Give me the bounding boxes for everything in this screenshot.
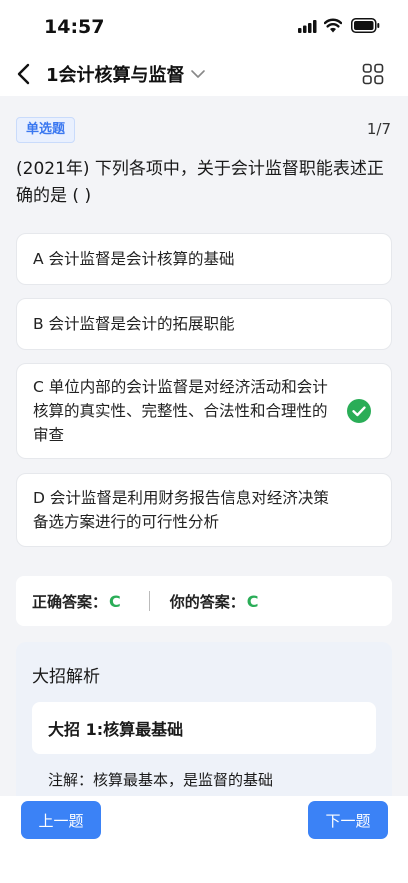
analysis-note: 注解：核算最基本，是监督的基础 (48, 771, 274, 789)
wifi-icon (324, 18, 342, 33)
your-answer-label: 你的答案： (169, 592, 245, 611)
option-c-text: C 单位内部的会计监督是对经济活动和会计核算的真实性、完整性、合法性和合理性的审… (33, 378, 328, 444)
previous-question-button[interactable]: 上一题 (21, 801, 101, 839)
nav-title: 1会计核算与监督 (46, 65, 185, 86)
correct-answer-value: C (109, 591, 121, 611)
next-question-button[interactable]: 下一题 (308, 801, 388, 839)
nav-bar: 1会计核算与监督 (0, 52, 408, 96)
analysis-title: 大招解析 (32, 667, 100, 687)
option-a[interactable]: A 会计监督是会计核算的基础 (16, 233, 392, 285)
answer-summary: 正确答案： C 你的答案： C (16, 576, 392, 626)
grid-menu-icon[interactable] (362, 63, 384, 85)
question-text: (2021年) 下列各项中，关于会计监督职能表述正确的是 ( ) (16, 159, 384, 206)
signal-icon (298, 20, 317, 33)
back-arrow-icon[interactable] (14, 62, 34, 86)
analysis-card: 大招 1:核算最基础 (32, 702, 376, 754)
question-type-badge: 单选题 (16, 117, 76, 143)
battery-icon (351, 18, 380, 33)
option-d[interactable]: D 会计监督是利用财务报告信息对经济决策备选方案进行的可行性分析 (16, 473, 392, 547)
bottom-bar: 上一题 下一题 (0, 796, 408, 883)
analysis-card-title: 大招 1:核算最基础 (48, 720, 184, 739)
option-b[interactable]: B 会计监督是会计的拓展职能 (16, 298, 392, 350)
option-a-text: A 会计监督是会计核算的基础 (33, 250, 235, 268)
question-progress: 1/7 (366, 120, 391, 138)
option-d-text: D 会计监督是利用财务报告信息对经济决策备选方案进行的可行性分析 (33, 489, 329, 531)
status-bar: 14:57 (0, 0, 408, 52)
chevron-down-icon (190, 70, 205, 78)
correct-answer-label: 正确答案： (32, 592, 108, 611)
option-b-text: B 会计监督是会计的拓展职能 (33, 315, 235, 333)
chapter-selector[interactable]: 1会计核算与监督 (46, 60, 207, 88)
your-answer-value: C (246, 591, 259, 611)
option-c[interactable]: C 单位内部的会计监督是对经济活动和会计核算的真实性、完整性、合法性和合理性的审… (16, 363, 392, 459)
check-circle-icon (347, 399, 371, 423)
status-time: 14:57 (44, 16, 105, 38)
answer-divider (148, 591, 150, 611)
